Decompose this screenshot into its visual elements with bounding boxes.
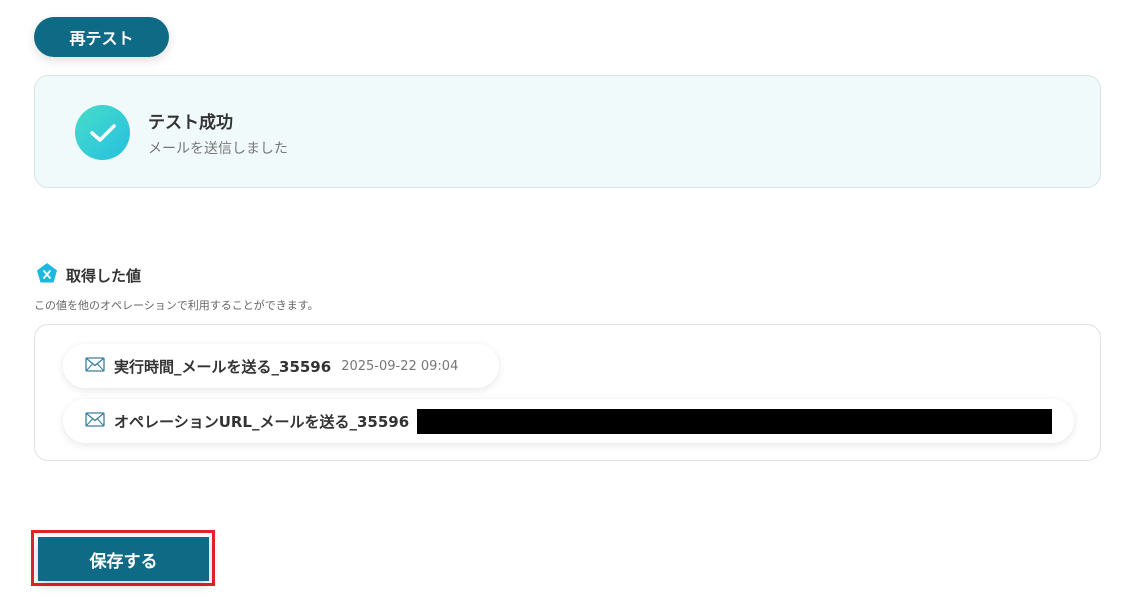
test-result-card: テスト成功 メールを送信しました: [34, 75, 1101, 188]
value-label: オペレーションURL_メールを送る_35596: [114, 412, 410, 431]
pentagon-x-icon: [36, 262, 58, 288]
redacted-value: [417, 408, 1052, 434]
check-circle-icon: [75, 105, 130, 160]
values-card: 実行時間_メールを送る_35596 2025-09-22 09:04 オペレーシ…: [34, 324, 1101, 461]
page: 再テスト テスト成功 メールを送信しました 取得した値 この値を他のオペレーショ…: [0, 0, 1132, 616]
values-description: この値を他のオペレーションで利用することができます。: [34, 299, 319, 312]
result-title: テスト成功: [148, 113, 233, 133]
values-header: 取得した値: [36, 262, 141, 288]
retest-button[interactable]: 再テスト: [34, 17, 169, 57]
mail-icon: [85, 356, 105, 376]
value-text: 2025-09-22 09:04: [341, 358, 459, 374]
value-chip-execution-time[interactable]: 実行時間_メールを送る_35596 2025-09-22 09:04: [63, 344, 499, 388]
values-title: 取得した値: [66, 266, 142, 285]
result-subtitle: メールを送信しました: [148, 141, 288, 157]
value-label: 実行時間_メールを送る_35596: [114, 357, 332, 376]
save-button[interactable]: 保存する: [38, 537, 209, 581]
value-chip-operation-url[interactable]: オペレーションURL_メールを送る_35596: [63, 399, 1074, 443]
mail-icon: [85, 411, 105, 431]
